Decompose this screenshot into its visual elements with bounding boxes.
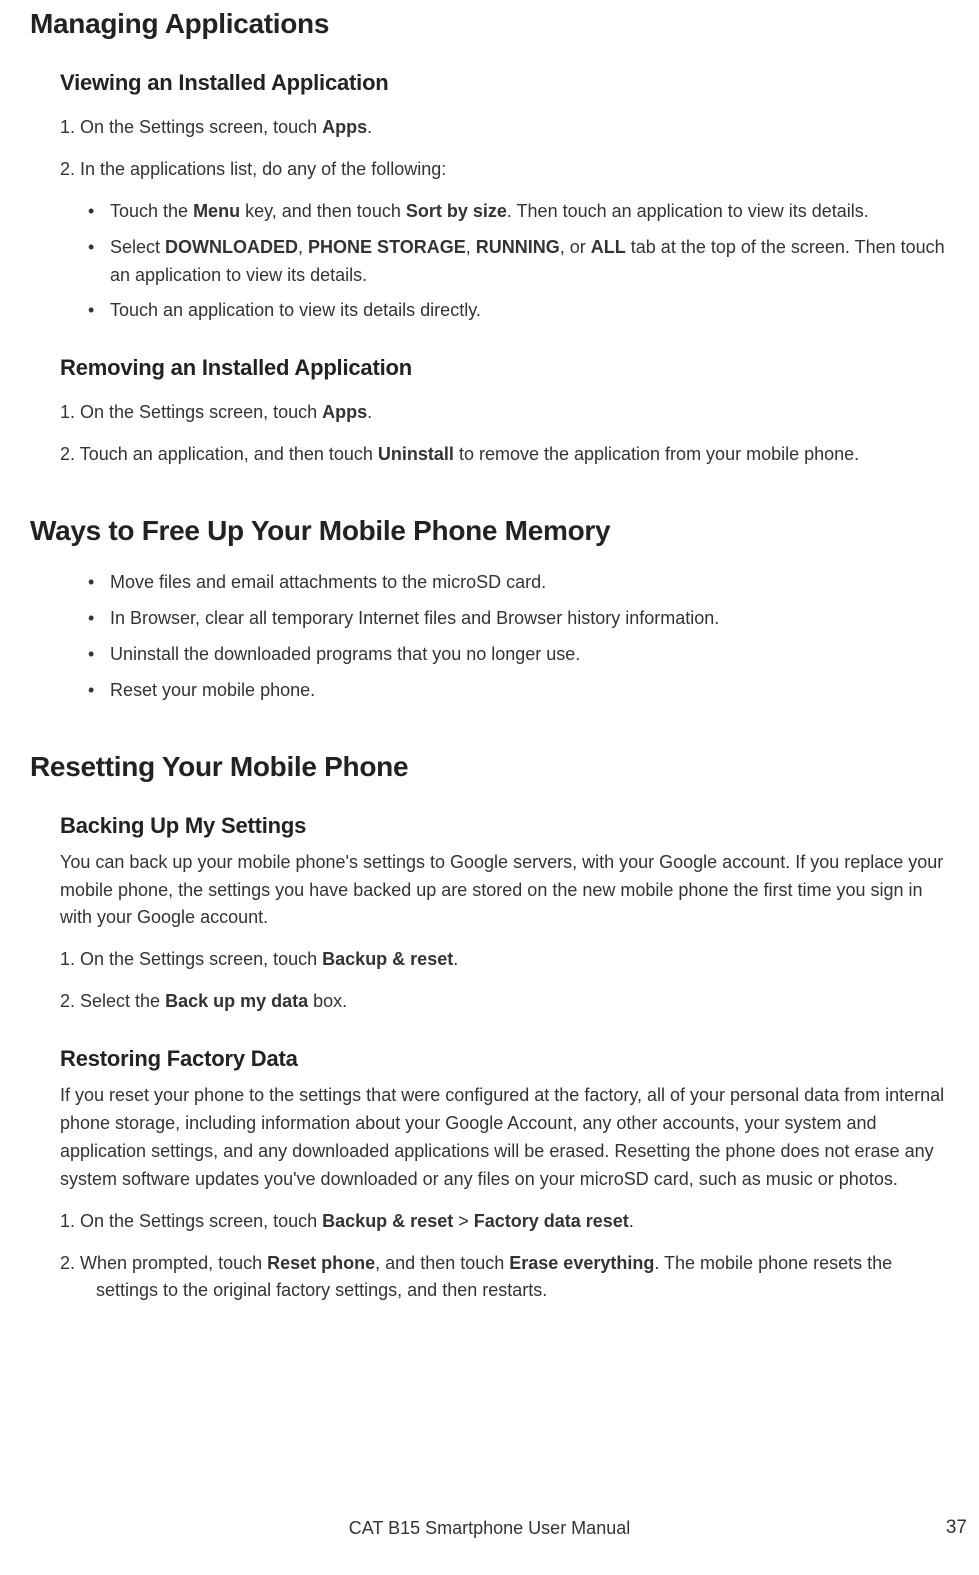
bullet-text: , [298,237,308,257]
step-text: 1. On the Settings screen, touch [60,1211,322,1231]
footer: CAT B15 Smartphone User Manual [0,1518,979,1539]
step-text: 1. On the Settings screen, touch [60,949,322,969]
footer-text: CAT B15 Smartphone User Manual [349,1518,630,1539]
bold-apps: Apps [322,402,367,422]
bold-reset-phone: Reset phone [267,1253,375,1273]
heading-removing-installed: Removing an Installed Application [60,355,949,381]
bold-erase-everything: Erase everything [509,1253,654,1273]
bold-apps: Apps [322,117,367,137]
bullet-text: , [466,237,476,257]
step-text: . [367,117,372,137]
step-text: > [453,1211,474,1231]
step-text: to remove the application from your mobi… [454,444,859,464]
bullet-text: . Then touch an application to view its … [507,201,869,221]
bullet-text: Touch the [110,201,193,221]
step-text: 1. On the Settings screen, touch [60,117,322,137]
restore-step-2: 2. When prompted, touch Reset phone, and… [60,1250,949,1306]
removing-step-1: 1. On the Settings screen, touch Apps. [60,399,949,427]
viewing-bullets: Touch the Menu key, and then touch Sort … [84,198,949,326]
step-text: . [629,1211,634,1231]
bullet-item: Touch the Menu key, and then touch Sort … [84,198,949,226]
heading-backup-settings: Backing Up My Settings [60,813,949,839]
removing-step-2: 2. Touch an application, and then touch … [60,441,949,469]
step-text: 2. Select the [60,991,165,1011]
viewing-step-1: 1. On the Settings screen, touch Apps. [60,114,949,142]
viewing-step-2: 2. In the applications list, do any of t… [60,156,949,184]
step-text: 2. Touch an application, and then touch [60,444,378,464]
heading-viewing-installed: Viewing an Installed Application [60,70,949,96]
step-text: . [367,402,372,422]
heading-restore-factory: Restoring Factory Data [60,1046,949,1072]
restore-step-1: 1. On the Settings screen, touch Backup … [60,1208,949,1236]
bullet-item: Reset your mobile phone. [84,677,949,705]
bullet-text: , or [560,237,591,257]
step-text: , and then touch [375,1253,509,1273]
restore-paragraph: If you reset your phone to the settings … [60,1082,949,1194]
bold-menu: Menu [193,201,240,221]
heading-managing-applications: Managing Applications [30,8,949,40]
bold-phone-storage: PHONE STORAGE [308,237,466,257]
step-text: 1. On the Settings screen, touch [60,402,322,422]
bullet-text: Touch an application to view its details… [110,300,481,320]
bold-backup-my-data: Back up my data [165,991,308,1011]
bullet-item: Move files and email attachments to the … [84,569,949,597]
bullet-text: Select [110,237,165,257]
bullet-item: Touch an application to view its details… [84,297,949,325]
bullet-item: Select DOWNLOADED, PHONE STORAGE, RUNNIN… [84,234,949,290]
backup-step-1: 1. On the Settings screen, touch Backup … [60,946,949,974]
heading-resetting-phone: Resetting Your Mobile Phone [30,751,949,783]
step-text: . [453,949,458,969]
bold-backup-reset: Backup & reset [322,949,453,969]
bold-sort-by-size: Sort by size [406,201,507,221]
bold-downloaded: DOWNLOADED [165,237,298,257]
bullet-item: Uninstall the downloaded programs that y… [84,641,949,669]
step-text: box. [308,991,347,1011]
heading-free-memory: Ways to Free Up Your Mobile Phone Memory [30,515,949,547]
bold-factory-data-reset: Factory data reset [474,1211,629,1231]
bold-backup-reset: Backup & reset [322,1211,453,1231]
bold-all: ALL [591,237,626,257]
bullet-text: key, and then touch [240,201,406,221]
bullet-item: In Browser, clear all temporary Internet… [84,605,949,633]
backup-step-2: 2. Select the Back up my data box. [60,988,949,1016]
backup-paragraph: You can back up your mobile phone's sett… [60,849,949,933]
step-text: 2. When prompted, touch [60,1253,267,1273]
bold-uninstall: Uninstall [378,444,454,464]
page-number: 37 [946,1517,967,1539]
ways-bullets: Move files and email attachments to the … [84,569,949,705]
bold-running: RUNNING [476,237,560,257]
